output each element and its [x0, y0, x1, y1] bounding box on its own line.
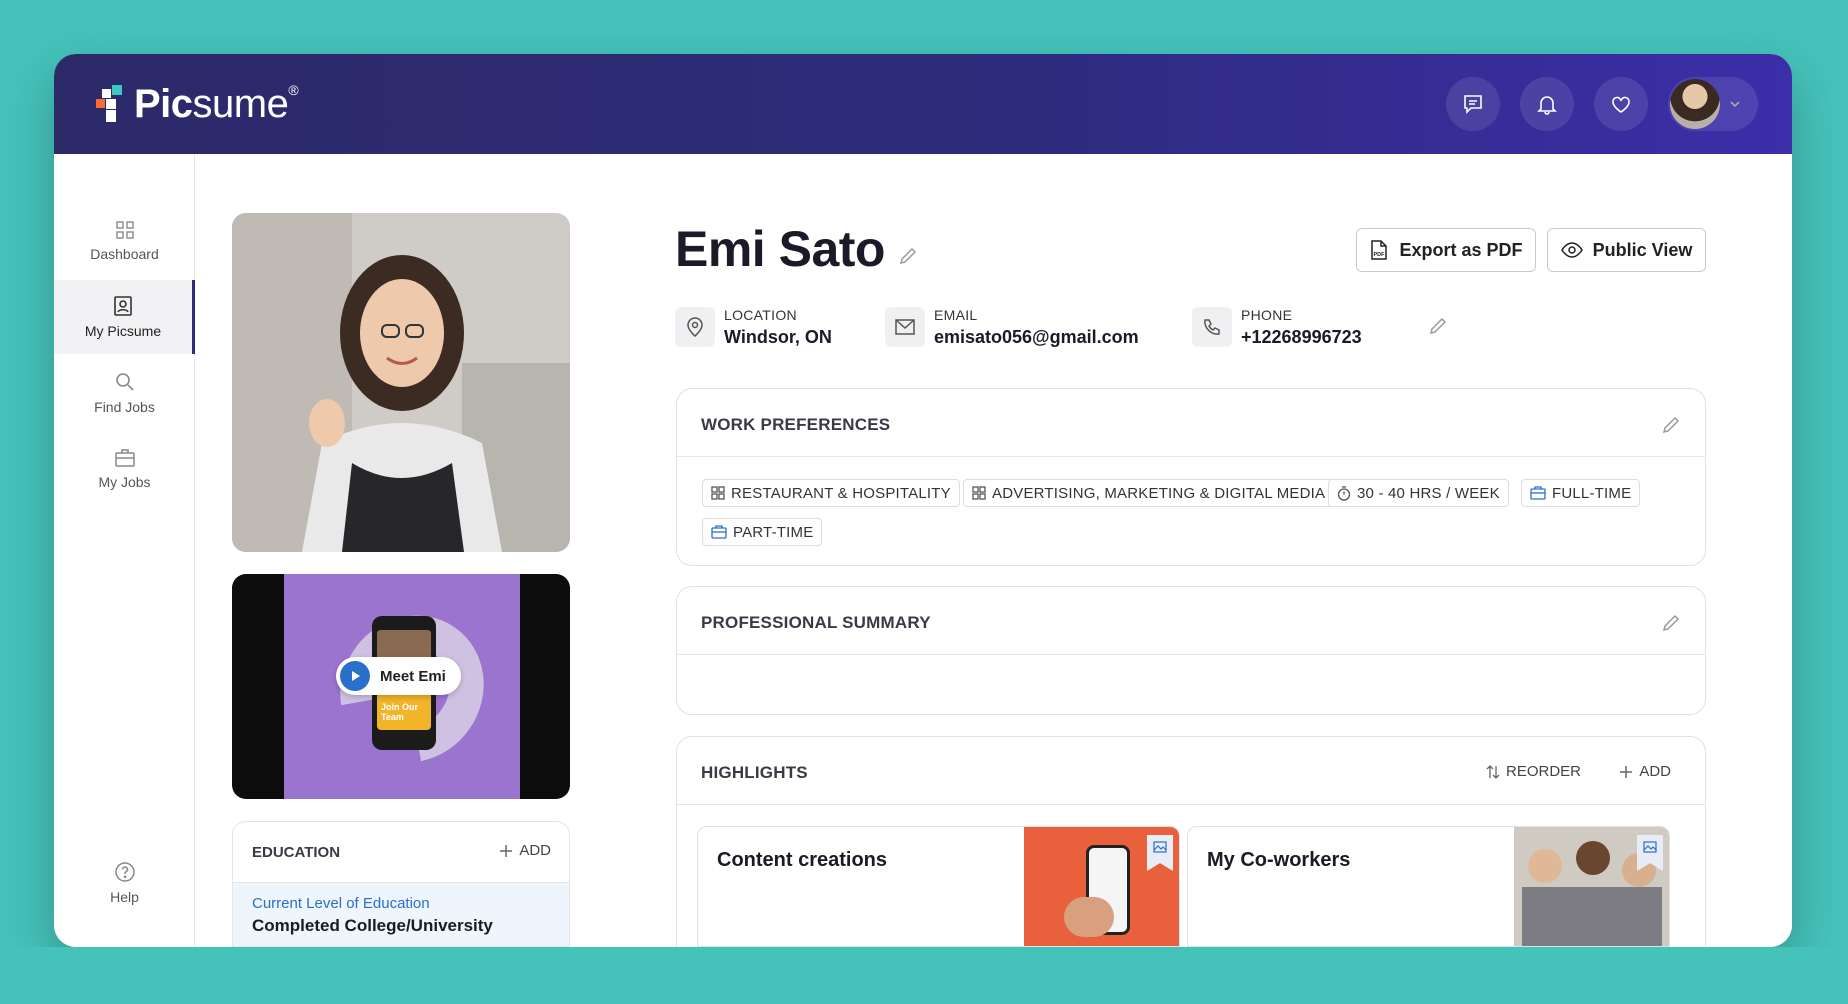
export-pdf-button[interactable]: PDF Export as PDF: [1356, 228, 1536, 272]
briefcase-icon: [1530, 486, 1546, 500]
highlight-card-content-creations[interactable]: Content creations: [697, 826, 1180, 947]
help-label: Help: [110, 889, 139, 905]
sort-arrows-icon: [1486, 764, 1500, 779]
chevron-down-icon: [1730, 101, 1740, 108]
profile-photo[interactable]: [232, 213, 570, 552]
preference-tag-full-time: FULL-TIME: [1521, 479, 1641, 507]
edit-preferences-icon[interactable]: [1661, 415, 1681, 435]
sidebar-item-label: My Picsume: [84, 323, 162, 339]
edit-summary-icon[interactable]: [1661, 613, 1681, 633]
email-icon: [885, 307, 925, 347]
help-icon: [114, 862, 135, 882]
video-poster-text: Join Our Team: [381, 702, 419, 722]
play-icon: [340, 661, 370, 691]
sidebar: Dashboard My Picsume Find Jobs My Jobs H…: [54, 154, 195, 947]
profile-photo-illustration: [232, 213, 570, 552]
education-level-row: Current Level of Education Completed Col…: [233, 882, 569, 946]
phone-icon: [1192, 307, 1232, 347]
education-card: EDUCATION ADD Current Level of Education…: [232, 821, 570, 947]
timer-icon: [1337, 485, 1351, 501]
highlight-title: Content creations: [717, 849, 888, 871]
notifications-button[interactable]: [1520, 77, 1574, 131]
edit-contact-icon[interactable]: [1428, 316, 1448, 336]
profile-card-icon: [114, 296, 132, 316]
sidebar-item-label: Dashboard: [90, 246, 159, 262]
public-view-button[interactable]: Public View: [1547, 228, 1706, 272]
avatar: [1670, 79, 1720, 129]
play-video-label: Meet Emi: [380, 667, 446, 685]
sidebar-item-my-jobs[interactable]: My Jobs: [54, 432, 195, 506]
image-badge-icon: [1147, 835, 1173, 871]
top-bar: Picsume®: [54, 54, 1792, 154]
plus-icon: [1620, 765, 1633, 778]
account-menu[interactable]: [1668, 77, 1758, 131]
preference-tag-hours: 30 - 40 HRS / WEEK: [1328, 479, 1509, 507]
email-label: EMAIL: [934, 307, 978, 323]
preference-tag-part-time: PART-TIME: [702, 518, 823, 546]
grid-icon: [115, 221, 134, 239]
work-preferences-title: WORK PREFERENCES: [701, 415, 891, 434]
phone-label: PHONE: [1241, 307, 1293, 323]
card-header: WORK PREFERENCES: [677, 389, 1705, 457]
highlight-card-co-workers[interactable]: My Co-workers: [1187, 826, 1670, 947]
preference-tag-restaurant: RESTAURANT & HOSPITALITY: [702, 479, 960, 507]
highlights-title: HIGHLIGHTS: [701, 763, 808, 782]
highlight-thumbnail: [1024, 827, 1179, 946]
preference-tag-advertising: ADVERTISING, MARKETING & DIGITAL MEDIA: [963, 479, 1335, 507]
logo-mark-icon: [96, 84, 128, 125]
chat-icon: [1464, 95, 1482, 114]
edit-name-icon[interactable]: [898, 246, 918, 266]
phone-value[interactable]: +12268996723: [1241, 327, 1362, 348]
category-icon: [711, 486, 725, 500]
education-title: EDUCATION: [252, 844, 341, 861]
eye-icon: [1560, 242, 1583, 258]
sidebar-item-dashboard[interactable]: Dashboard: [54, 204, 195, 278]
add-label: ADD: [1639, 763, 1671, 780]
reorder-label: REORDER: [1505, 763, 1581, 780]
bell-icon: [1537, 96, 1557, 115]
card-header: PROFESSIONAL SUMMARY: [677, 587, 1705, 655]
svg-text:PDF: PDF: [1374, 252, 1386, 258]
play-video-button[interactable]: Meet Emi: [336, 657, 461, 695]
plus-icon: [500, 844, 513, 857]
export-pdf-label: Export as PDF: [1399, 239, 1523, 260]
sidebar-item-label: My Jobs: [98, 474, 151, 490]
education-level-label: Current Level of Education: [252, 895, 430, 912]
location-label: LOCATION: [724, 307, 797, 323]
sidebar-item-my-picsume[interactable]: My Picsume: [54, 280, 195, 354]
public-view-label: Public View: [1592, 239, 1693, 260]
professional-summary-card: PROFESSIONAL SUMMARY: [676, 586, 1706, 715]
favorites-button[interactable]: [1594, 77, 1648, 131]
profile-name: Emi Sato: [675, 220, 918, 278]
page-background-bottom: [0, 947, 1848, 1004]
reorder-button[interactable]: REORDER: [1486, 763, 1581, 780]
work-preferences-card: WORK PREFERENCES RESTAURANT & HOSPITALIT…: [676, 388, 1706, 566]
messages-button[interactable]: [1446, 77, 1500, 131]
sidebar-item-help[interactable]: Help: [54, 846, 195, 920]
professional-summary-title: PROFESSIONAL SUMMARY: [701, 613, 931, 632]
add-highlight-button[interactable]: ADD: [1619, 763, 1671, 780]
picsume-logo[interactable]: Picsume®: [96, 82, 299, 127]
highlight-thumbnail: [1514, 827, 1669, 946]
add-education-button[interactable]: ADD: [499, 842, 551, 859]
location-value: Windsor, ON: [724, 327, 832, 347]
highlight-title: My Co-workers: [1207, 849, 1351, 871]
category-icon: [972, 486, 986, 500]
sidebar-item-label: Find Jobs: [94, 399, 155, 415]
briefcase-icon: [711, 525, 727, 539]
heart-icon: [1612, 96, 1630, 113]
location-pin-icon: [675, 307, 715, 347]
intro-video[interactable]: Join Our Team Meet Emi: [232, 574, 570, 799]
education-level-value: Completed College/University: [252, 916, 493, 935]
pdf-file-icon: PDF: [1371, 240, 1388, 260]
logo-text: Picsume®: [134, 82, 299, 126]
add-label: ADD: [519, 842, 551, 859]
email-value[interactable]: emisato056@gmail.com: [934, 327, 1139, 348]
sidebar-item-find-jobs[interactable]: Find Jobs: [54, 356, 195, 430]
briefcase-icon: [114, 449, 135, 467]
card-header: HIGHLIGHTS REORDER ADD: [677, 737, 1705, 805]
search-icon: [115, 373, 134, 391]
